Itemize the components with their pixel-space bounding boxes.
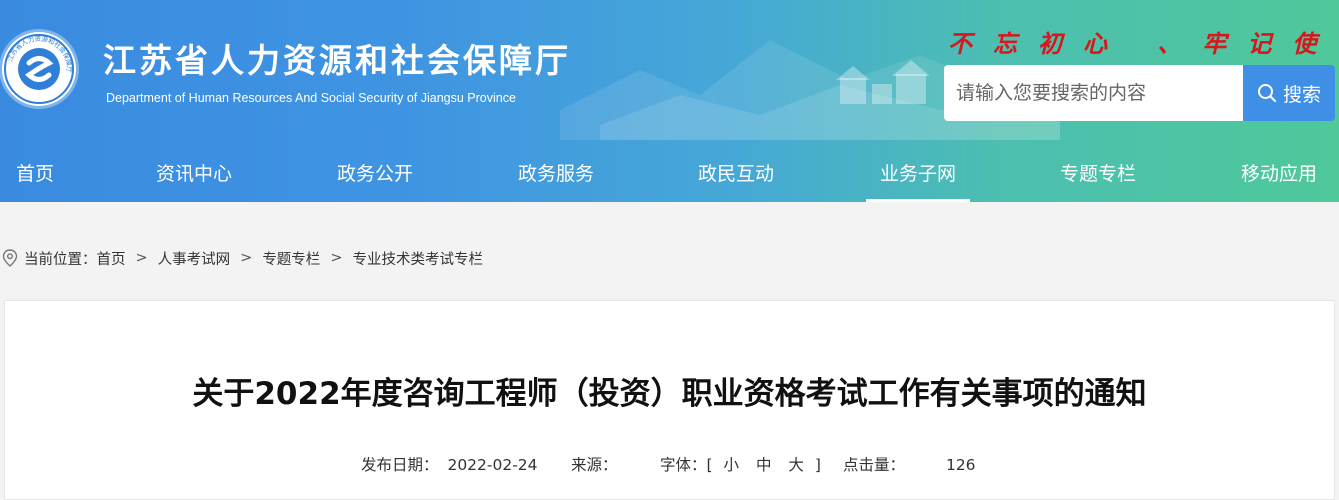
logo-emblem-icon: 江苏省人力资源和社会保障厅 [4,34,74,104]
font-size-label: 字体：[ [660,456,713,474]
publish-date: 发布日期： 2022-02-24 [361,453,538,475]
font-size-close: ] [814,456,821,474]
breadcrumb-home[interactable]: 首页 [97,248,126,269]
breadcrumb-separator: > [330,250,343,266]
nav-item-mobile-apps[interactable]: 移动应用 [1241,150,1317,202]
main-nav: 首页 资讯中心 政务公开 政务服务 政民互动 业务子网 专题专栏 移动应用 [0,150,1339,202]
nav-item-business-subnet[interactable]: 业务子网 [866,150,971,202]
breadcrumb-separator: > [135,250,148,266]
location-pin-icon [2,249,18,267]
hit-count-label: 点击量： [843,456,906,474]
hit-count-value: 126 [945,456,976,474]
article-title: 关于2022年度咨询工程师（投资）职业资格考试工作有关事项的通知 [192,376,1147,412]
hit-count: 点击量： 126 [843,453,976,475]
site-subtitle: Department of Human Resources And Social… [106,91,516,105]
breadcrumb-separator: > [240,250,253,266]
publish-date-label: 发布日期： [361,456,439,474]
logo[interactable]: 江苏省人力资源和社会保障厅 [2,32,76,106]
breadcrumb-prefix: 当前位置： [24,251,97,268]
nav-item-interaction[interactable]: 政民互动 [698,150,774,202]
search-input[interactable] [944,65,1244,121]
breadcrumb-special-topics[interactable]: 专题专栏 [262,248,320,269]
search-button-label: 搜索 [1282,83,1321,106]
font-medium-button[interactable]: 中 [756,456,772,474]
breadcrumb: 当前位置： 首页 > 人事考试网 > 专题专栏 > 专业技术类考试专栏 [2,247,483,269]
site-title: 江苏省人力资源和社会保障厅 [103,41,571,80]
nav-item-gov-services[interactable]: 政务服务 [518,150,594,202]
nav-item-special-topics[interactable]: 专题专栏 [1060,150,1136,202]
nav-item-gov-affairs-open[interactable]: 政务公开 [337,150,413,202]
search-icon [1257,84,1277,103]
font-large-button[interactable]: 大 [788,456,804,474]
nav-item-home[interactable]: 首页 [16,150,54,202]
nav-item-news[interactable]: 资讯中心 [156,150,232,202]
breadcrumb-exam-site[interactable]: 人事考试网 [158,248,231,269]
font-small-button[interactable]: 小 [724,456,740,474]
breadcrumb-professional-exams[interactable]: 专业技术类考试专栏 [352,248,483,269]
slogan: 不忘初心 、牢记使命 [948,29,1339,58]
article-source: 来源： [571,453,618,475]
publish-date-value: 2022-02-24 [447,456,538,474]
font-size-control: 字体：[ 小 中 大 ] [660,453,821,475]
site-header: 江苏省人力资源和社会保障厅 江苏省人力资源和社会保障厅 Department o… [0,0,1339,202]
source-label: 来源： [571,456,618,474]
search-button[interactable]: 搜索 [1243,65,1335,121]
